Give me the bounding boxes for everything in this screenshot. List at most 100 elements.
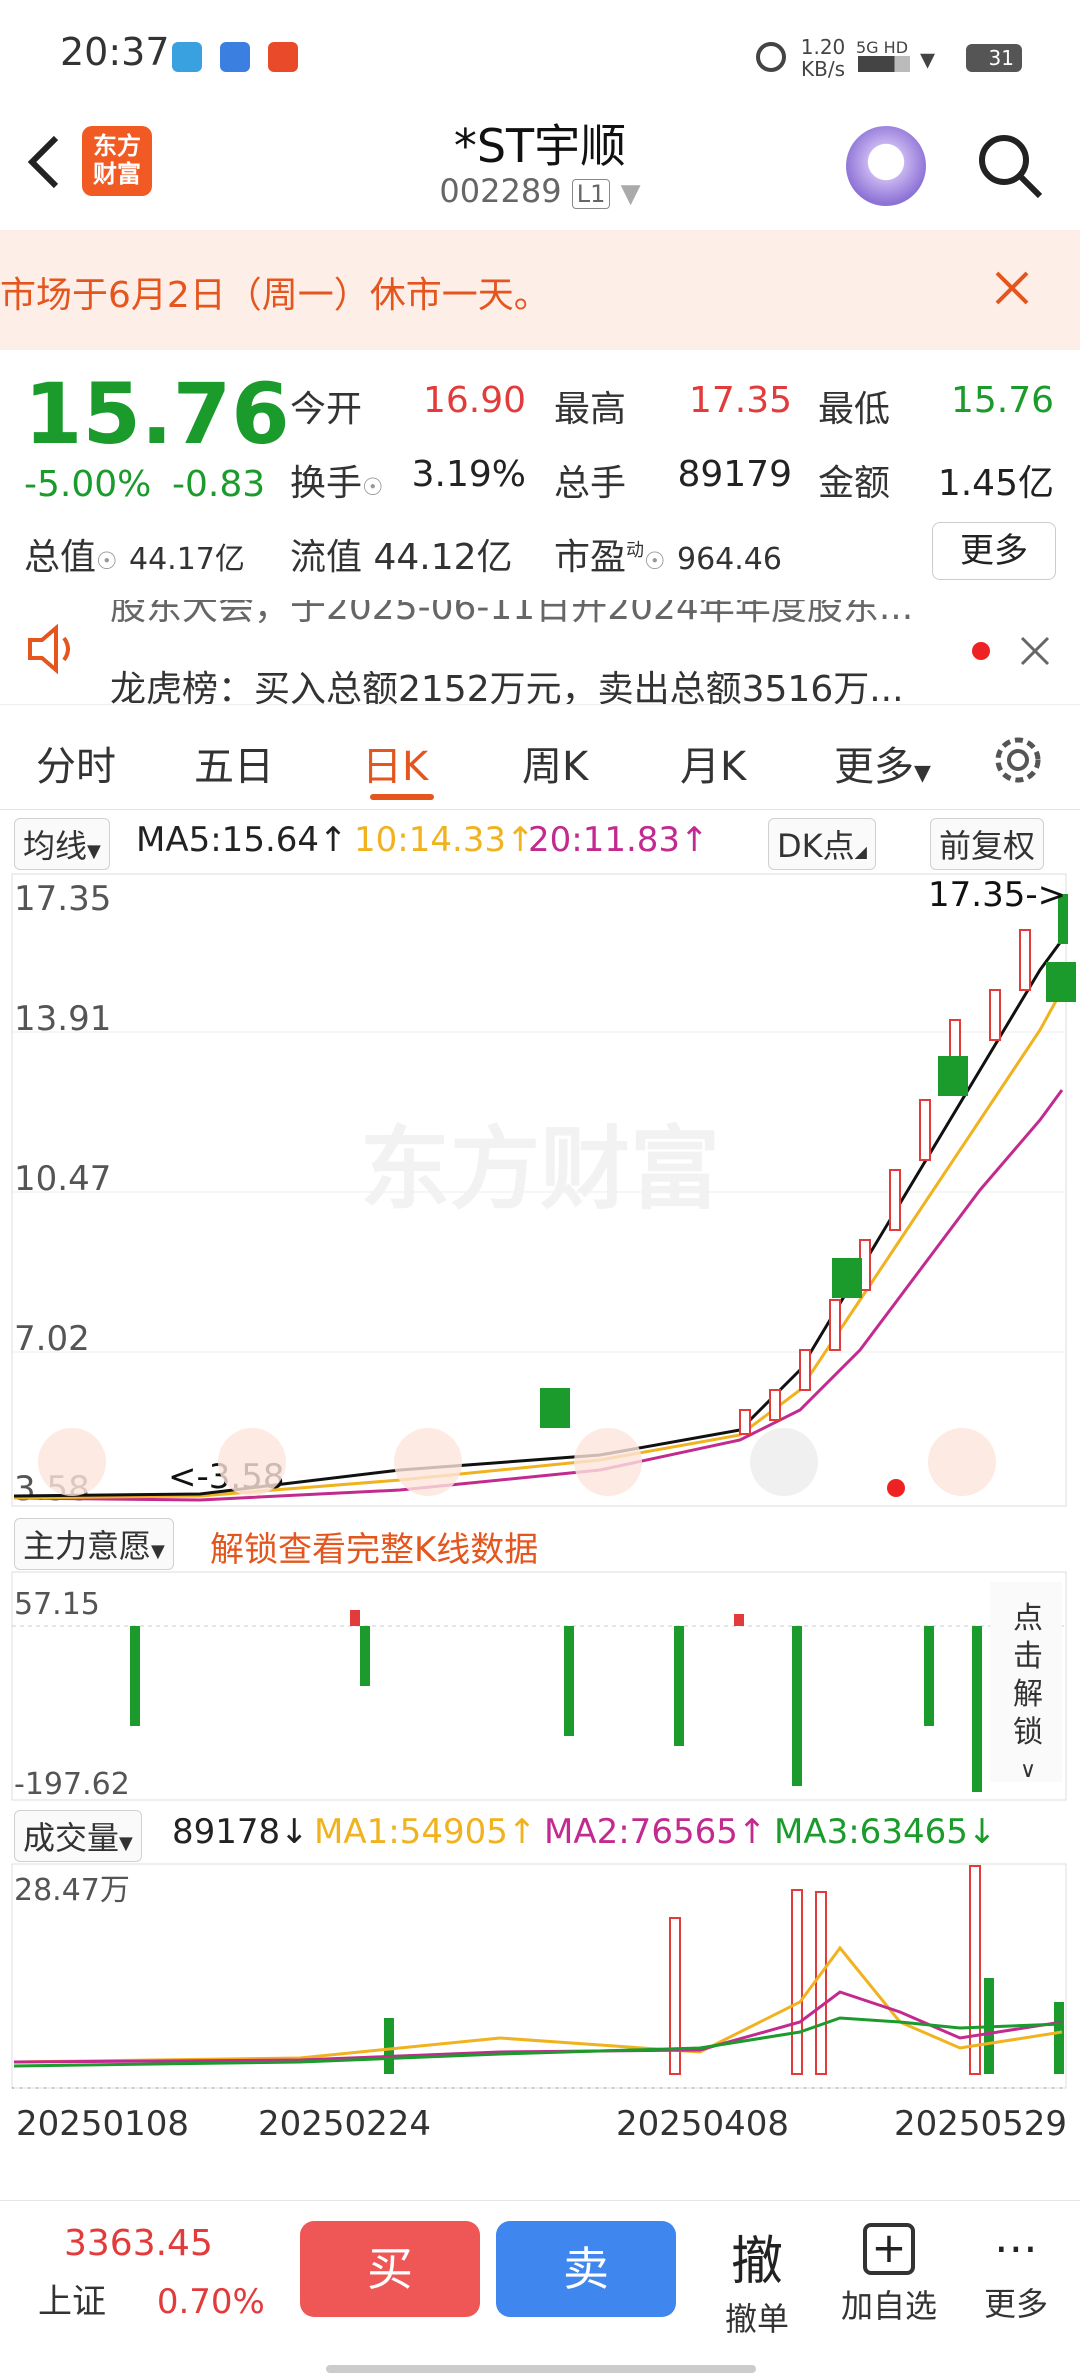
step-left-icon bbox=[574, 1428, 642, 1496]
ma-selector[interactable]: 均线▼ bbox=[14, 818, 110, 870]
arrow-up-icon: ↑ bbox=[319, 820, 348, 860]
gear-icon[interactable] bbox=[990, 732, 1046, 788]
volume-top-label: 28.47万 bbox=[14, 1873, 130, 1908]
td-9-marker bbox=[1046, 962, 1076, 1002]
logo-line-1: 东方 bbox=[93, 132, 141, 160]
market-cap: 总值☉ 44.17亿 bbox=[24, 528, 245, 580]
date-label: 20250529 bbox=[894, 2104, 1068, 2144]
news-previous-line: 股东大会，于2025-06-11日开2024年年度股东... bbox=[110, 600, 914, 628]
info-icon[interactable]: ☉ bbox=[362, 473, 384, 501]
search-icon[interactable] bbox=[974, 130, 1046, 202]
volume-value: 89179 bbox=[677, 454, 792, 495]
high-label: 最高 bbox=[554, 389, 627, 430]
trade-bottom-bar: 3363.45 上证 0.70% 买 卖 撤 撤单 + 加自选 ⋯ 更多 bbox=[0, 2200, 1080, 2376]
net-speed: 1.20 KB/s bbox=[798, 36, 848, 80]
cancel-order-icon: 撤 bbox=[730, 2232, 783, 2292]
candle bbox=[989, 989, 1001, 1041]
info-icon[interactable]: ☉ bbox=[644, 547, 666, 575]
fund-bar bbox=[360, 1626, 370, 1686]
unlock-kline-link[interactable]: 解锁查看完整K线数据 bbox=[210, 1522, 538, 1571]
tab-monthly-k[interactable]: 月K bbox=[680, 734, 746, 792]
volume-value-text: 89178 bbox=[172, 1812, 281, 1852]
index-name: 上证 bbox=[38, 2282, 106, 2322]
fund-intent-chart[interactable]: 57.15 -197.62 bbox=[0, 1570, 1080, 1802]
network-label: 5G HD bbox=[856, 38, 909, 57]
tab-daily-k[interactable]: 日K bbox=[362, 734, 428, 792]
float-cap-label: 流值 bbox=[290, 537, 363, 578]
add-watchlist-button[interactable]: + 加自选 bbox=[834, 2219, 944, 2327]
ma10-value-text: 10:14.33 bbox=[354, 820, 507, 860]
signal-app-icon bbox=[220, 42, 250, 72]
kline-chart[interactable]: 东方财富 17.35 13.91 10.47 7.02 3.58 bbox=[0, 870, 1080, 1510]
arrow-up-icon: ↑ bbox=[507, 1812, 537, 1852]
candle bbox=[829, 1299, 841, 1351]
td-9-marker bbox=[832, 1258, 862, 1298]
clock-text: 20:37 bbox=[60, 30, 170, 74]
tab-five-day[interactable]: 五日 bbox=[194, 734, 274, 792]
fullscreen-icon bbox=[928, 1428, 996, 1496]
click-unlock-button[interactable]: 点击解锁 ∨ bbox=[1004, 1600, 1052, 1790]
last-price: 15.76 bbox=[24, 365, 290, 463]
fund-bar bbox=[674, 1626, 684, 1746]
close-icon[interactable] bbox=[1020, 636, 1050, 666]
date-label: 20250224 bbox=[258, 2104, 432, 2144]
low-value: 15.76 bbox=[950, 380, 1054, 421]
pe-label: 市盈 bbox=[554, 537, 627, 578]
tab-more-label: 更多 bbox=[834, 744, 914, 790]
change-percent: -5.00% bbox=[24, 464, 152, 505]
cancel-order-label: 撤单 bbox=[724, 2300, 789, 2338]
tab-more[interactable]: 更多▼ bbox=[834, 734, 931, 792]
quote-panel: 15.76 -5.00% -0.83 今开 16.90 最高 17.35 最低 … bbox=[0, 350, 1080, 600]
index-value: 3363.45 bbox=[64, 2223, 213, 2264]
fund-bottom-label: -197.62 bbox=[14, 1767, 130, 1802]
chart-period-tabs: 分时 五日 日K 周K 月K 更多▼ bbox=[0, 710, 1080, 810]
volume-chart[interactable]: 28.47万 bbox=[0, 1862, 1080, 2098]
eastmoney-logo[interactable]: 东方 财富 bbox=[82, 126, 152, 196]
open-value: 16.90 bbox=[422, 380, 526, 421]
ma10-value: 10:14.33↑ bbox=[354, 820, 535, 860]
buy-button[interactable]: 买 bbox=[300, 2221, 480, 2317]
zoom-in-icon bbox=[394, 1428, 462, 1496]
more-menu-button[interactable]: ⋯ 更多 bbox=[974, 2219, 1058, 2325]
kline-y-label: 7.02 bbox=[14, 1319, 90, 1359]
more-quote-button[interactable]: 更多 bbox=[932, 522, 1056, 580]
candle bbox=[1019, 929, 1031, 991]
step-right-icon bbox=[750, 1428, 818, 1496]
chevron-left-icon[interactable] bbox=[24, 132, 64, 192]
sell-button[interactable]: 卖 bbox=[496, 2221, 676, 2317]
float-cap: 流值 44.12亿 bbox=[290, 528, 513, 580]
td-9-marker bbox=[938, 1056, 968, 1096]
amount-value: 1.45亿 bbox=[937, 463, 1054, 504]
status-bar: 20:37 1.20 KB/s 5G HD ▾ 31 bbox=[0, 0, 1080, 110]
index-ticker[interactable]: 3363.45 上证 0.70% bbox=[38, 2223, 278, 2323]
net-speed-value: 1.20 bbox=[800, 35, 846, 59]
news-ticker[interactable]: 股东大会，于2025-06-11日开2024年年度股东... 龙虎榜：买入总额2… bbox=[0, 600, 1080, 705]
stock-code-row[interactable]: 002289 L1 ▼ bbox=[340, 172, 740, 210]
arrow-up-icon: ↑ bbox=[680, 820, 709, 860]
index-change: 0.70% bbox=[156, 2282, 265, 2322]
fund-indicator-selector[interactable]: 主力意愿▼ bbox=[14, 1518, 174, 1570]
robot-assistant-icon[interactable] bbox=[846, 126, 926, 206]
high-value: 17.35 bbox=[688, 380, 792, 421]
tab-weekly-k[interactable]: 周K bbox=[522, 734, 588, 792]
volume-selector[interactable]: 成交量▼ bbox=[14, 1810, 142, 1862]
volume-label: 总手 bbox=[554, 463, 627, 504]
info-icon[interactable]: ☉ bbox=[96, 547, 118, 575]
unread-dot bbox=[972, 642, 990, 660]
add-watchlist-label: 加自选 bbox=[840, 2287, 937, 2325]
volume-ma2-text: MA2:76565 bbox=[544, 1812, 738, 1852]
active-tab-underline bbox=[370, 794, 434, 800]
corner-triangle-icon: ◢ bbox=[854, 842, 867, 861]
pe-sup: 动 bbox=[626, 540, 645, 561]
volume-value: 89178↓ bbox=[172, 1812, 309, 1852]
dk-point-button[interactable]: DK点◢ bbox=[768, 818, 876, 870]
turnover-value: 3.19% bbox=[411, 454, 526, 495]
kline-watermark: 东方财富 bbox=[360, 1117, 720, 1222]
adjust-mode-button[interactable]: 前复权 bbox=[930, 818, 1045, 870]
close-icon[interactable] bbox=[994, 270, 1030, 306]
tab-intraday[interactable]: 分时 bbox=[36, 734, 116, 792]
zoom-out-icon bbox=[218, 1428, 286, 1496]
candle bbox=[739, 1409, 751, 1435]
cancel-order-button[interactable]: 撤 撤单 bbox=[712, 2219, 802, 2340]
date-label: 20250108 bbox=[16, 2104, 190, 2144]
